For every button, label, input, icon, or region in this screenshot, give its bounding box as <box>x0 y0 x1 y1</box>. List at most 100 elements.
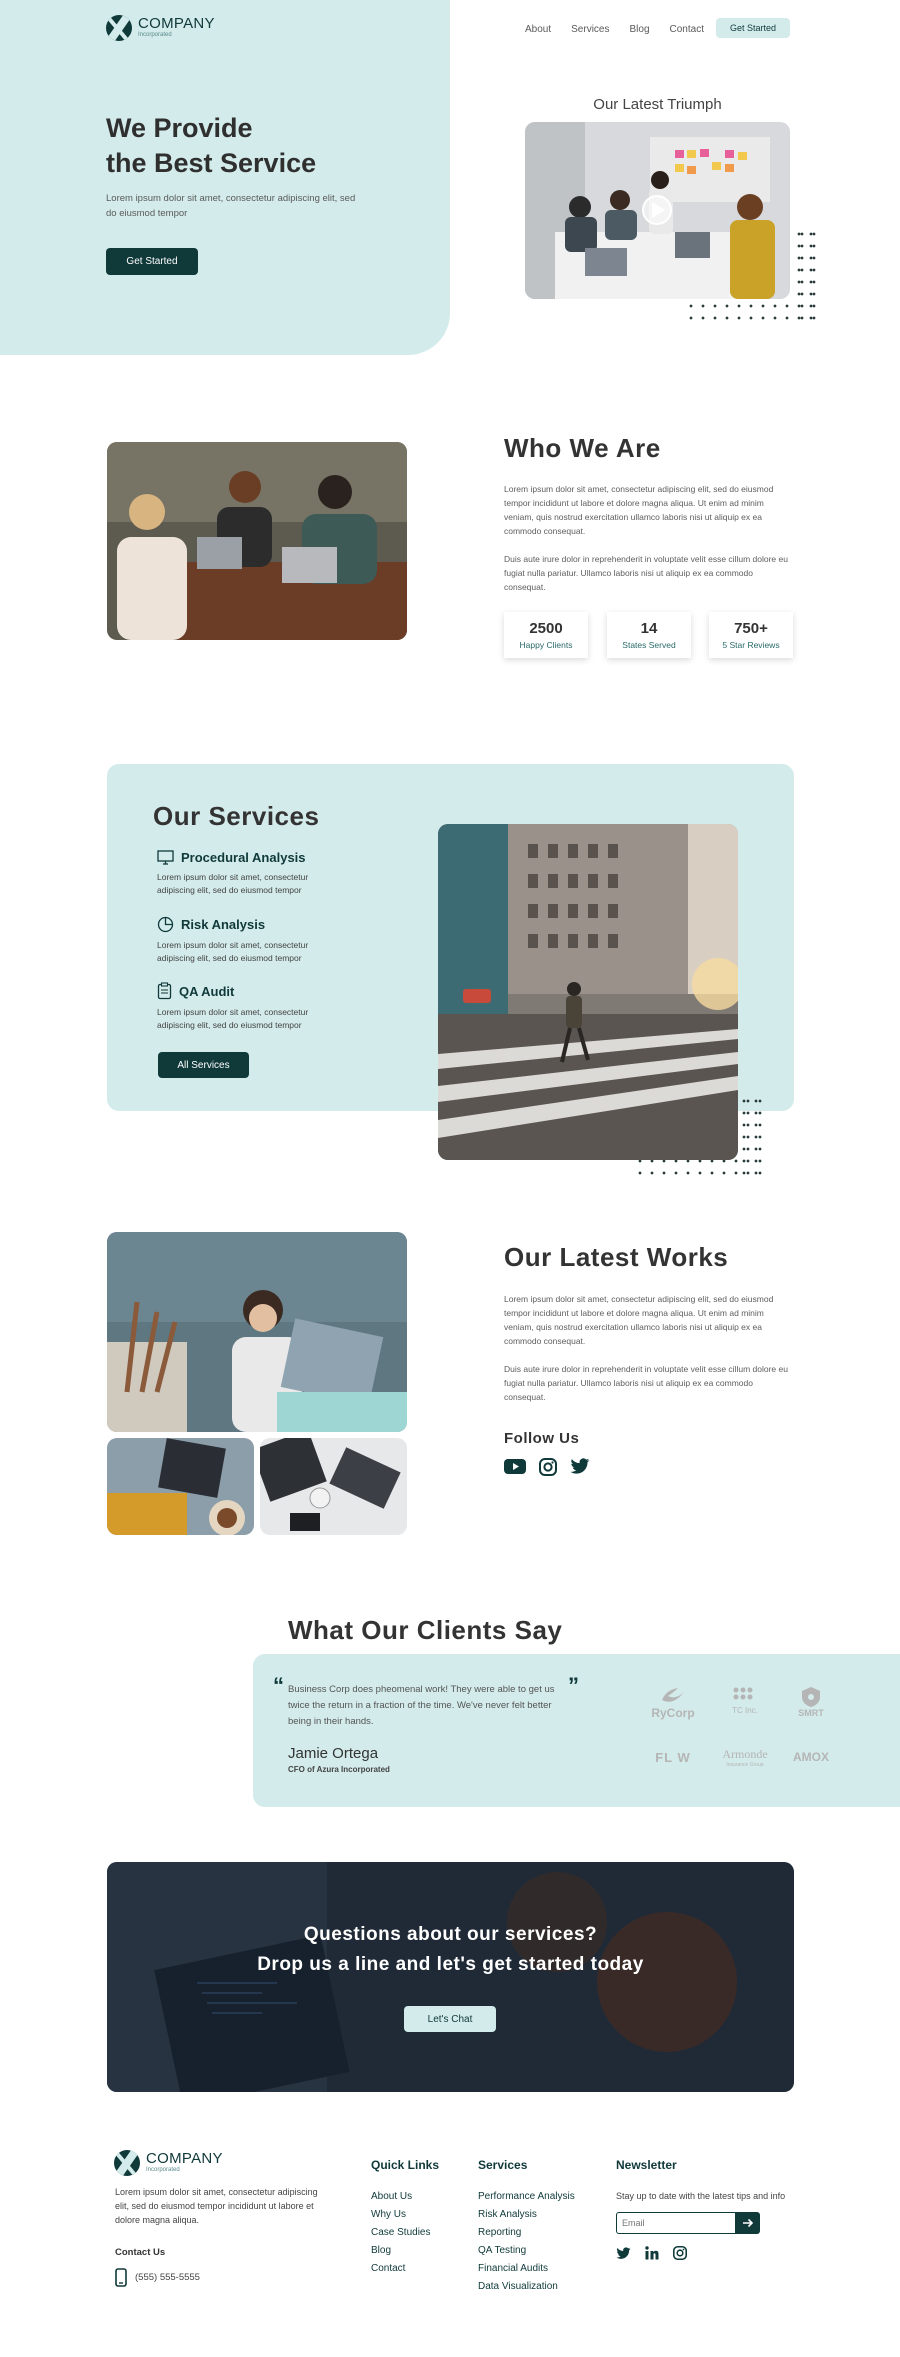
about-paragraph-1: Lorem ipsum dolor sit amet, consectetur … <box>504 484 774 536</box>
team-meeting-photo <box>107 442 407 640</box>
clipboard-icon <box>157 982 172 1000</box>
work-photo-main <box>107 1232 407 1432</box>
all-services-button[interactable]: All Services <box>158 1052 249 1078</box>
footer-link[interactable]: QA Testing <box>478 2242 575 2260</box>
stat-card: 750+ 5 Star Reviews <box>709 612 793 658</box>
footer-phone[interactable]: (555) 555-5555 <box>115 2268 200 2287</box>
services-title: Our Services <box>153 801 320 831</box>
hero-get-started-button[interactable]: Get Started <box>106 248 198 275</box>
footer-link[interactable]: Reporting <box>478 2224 575 2242</box>
cta-heading: Questions about our services? Drop us a … <box>107 1920 794 1980</box>
arrow-right-icon <box>743 2218 754 2228</box>
hero-dot-pattern-vertical <box>796 228 818 320</box>
hero-text: Lorem ipsum dolor sit amet, consectetur … <box>106 193 356 219</box>
youtube-icon[interactable] <box>504 1458 526 1475</box>
follow-us-heading: Follow Us <box>504 1430 580 1447</box>
footer-logo[interactable]: COMPANY Incorporated <box>114 2150 223 2176</box>
service-name: Risk Analysis <box>181 917 266 932</box>
footer-link[interactable]: Performance Analysis <box>478 2188 575 2206</box>
phone-number: (555) 555-5555 <box>135 2272 200 2283</box>
logo-mark-icon <box>114 2150 140 2176</box>
client-logo-sub: Insurance Group <box>726 1762 764 1768</box>
testimonial-role: CFO of Azura Incorporated <box>288 1765 390 1774</box>
logo-mark-icon <box>106 15 132 41</box>
twitter-icon[interactable] <box>616 2246 631 2260</box>
client-logo-name: FL W <box>655 1750 691 1765</box>
footer-link[interactable]: About Us <box>371 2188 430 2206</box>
footer-link[interactable]: Case Studies <box>371 2224 430 2242</box>
hero-title-line2: the Best Service <box>106 148 317 178</box>
lets-chat-button[interactable]: Let's Chat <box>404 2006 496 2032</box>
service-name: QA Audit <box>179 983 235 999</box>
stat-label: 5 Star Reviews <box>722 640 780 650</box>
footer-link[interactable]: Data Visualization <box>478 2278 575 2296</box>
client-logo-name: TC Inc. <box>732 1706 758 1715</box>
email-input[interactable] <box>616 2212 736 2234</box>
work-photo-laptop <box>107 1438 254 1535</box>
service-item: QA Audit Lorem ipsum dolor sit amet, con… <box>157 982 337 1032</box>
service-desc: Lorem ipsum dolor sit amet, consectetur … <box>157 1007 309 1030</box>
video-title: Our Latest Triumph <box>593 96 722 113</box>
works-title: Our Latest Works <box>504 1242 729 1272</box>
brand-name: COMPANY <box>138 15 215 32</box>
instagram-icon[interactable] <box>673 2246 687 2260</box>
footer-link[interactable]: Blog <box>371 2242 430 2260</box>
client-logo: Armonde Insurance Group <box>712 1747 778 1768</box>
testimonial-quote: Business Corp does pheomenal work! They … <box>288 1684 555 1727</box>
footer-contact-heading: Contact Us <box>115 2247 166 2258</box>
newsletter-text: Stay up to date with the latest tips and… <box>616 2191 786 2201</box>
stat-card: 14 States Served <box>607 612 691 658</box>
city-crosswalk-photo <box>438 824 738 1160</box>
work-photo-desk <box>260 1438 407 1535</box>
nav-item-contact[interactable]: Contact <box>670 24 704 35</box>
footer-link[interactable]: Why Us <box>371 2206 430 2224</box>
linkedin-icon[interactable] <box>645 2246 659 2260</box>
testimonials-title: What Our Clients Say <box>288 1615 563 1645</box>
nav-get-started-button[interactable]: Get Started <box>716 18 790 38</box>
client-logo: RyCorp <box>644 1686 702 1720</box>
twitter-icon[interactable] <box>570 1458 590 1475</box>
footer-newsletter-heading: Newsletter <box>616 2158 677 2172</box>
nav-item-services[interactable]: Services <box>571 24 609 35</box>
testimonial-author: Jamie Ortega <box>288 1745 379 1762</box>
brand-tagline: Incorporated <box>146 2167 180 2173</box>
stat-card: 2500 Happy Clients <box>504 612 588 658</box>
footer-service-links: Performance Analysis Risk Analysis Repor… <box>478 2188 575 2296</box>
social-links <box>504 1458 590 1476</box>
brand-logo[interactable]: COMPANY Incorporated <box>106 15 215 41</box>
footer-link[interactable]: Risk Analysis <box>478 2206 575 2224</box>
footer-link[interactable]: Contact <box>371 2260 430 2278</box>
service-desc: Lorem ipsum dolor sit amet, consectetur … <box>157 940 309 963</box>
service-item: Procedural Analysis Lorem ipsum dolor si… <box>157 850 337 897</box>
nav-item-about[interactable]: About <box>525 24 551 35</box>
quote-open-icon: “ <box>273 1673 284 1698</box>
video-thumbnail[interactable] <box>525 122 790 299</box>
client-logo-name: SMRT <box>798 1708 824 1718</box>
pie-chart-icon <box>157 916 174 933</box>
footer-link[interactable]: Financial Audits <box>478 2260 575 2278</box>
footer-about-text: Lorem ipsum dolor sit amet, consectetur … <box>115 2187 318 2225</box>
nav-item-blog[interactable]: Blog <box>630 24 650 35</box>
client-logo-name: Armonde <box>722 1747 768 1761</box>
client-logo-name: RyCorp <box>651 1706 695 1720</box>
hero-title: We Provide the Best Service <box>106 111 316 181</box>
phone-icon <box>115 2268 127 2287</box>
cta-line1: Questions about our services? <box>303 1924 598 1945</box>
footer-social-links <box>616 2246 687 2260</box>
stat-value: 2500 <box>529 620 563 637</box>
hero-title-line1: We Provide <box>106 113 253 143</box>
brand-tagline: Incorporated <box>138 32 172 38</box>
main-nav: About Services Blog Contact <box>525 24 704 35</box>
service-desc: Lorem ipsum dolor sit amet, consectetur … <box>157 872 309 895</box>
instagram-icon[interactable] <box>539 1458 557 1476</box>
services-dot-pattern-vertical <box>738 1095 762 1179</box>
about-paragraph-2: Duis aute irure dolor in reprehenderit i… <box>504 554 788 592</box>
stat-label: Happy Clients <box>519 640 573 650</box>
about-title: Who We Are <box>504 433 661 463</box>
client-logo: TC Inc. <box>716 1686 774 1715</box>
footer-quick-links-heading: Quick Links <box>371 2158 440 2172</box>
quote-close-icon: ” <box>568 1673 579 1698</box>
stat-label: States Served <box>622 640 676 650</box>
service-item: Risk Analysis Lorem ipsum dolor sit amet… <box>157 916 337 965</box>
newsletter-submit-button[interactable] <box>736 2212 760 2234</box>
